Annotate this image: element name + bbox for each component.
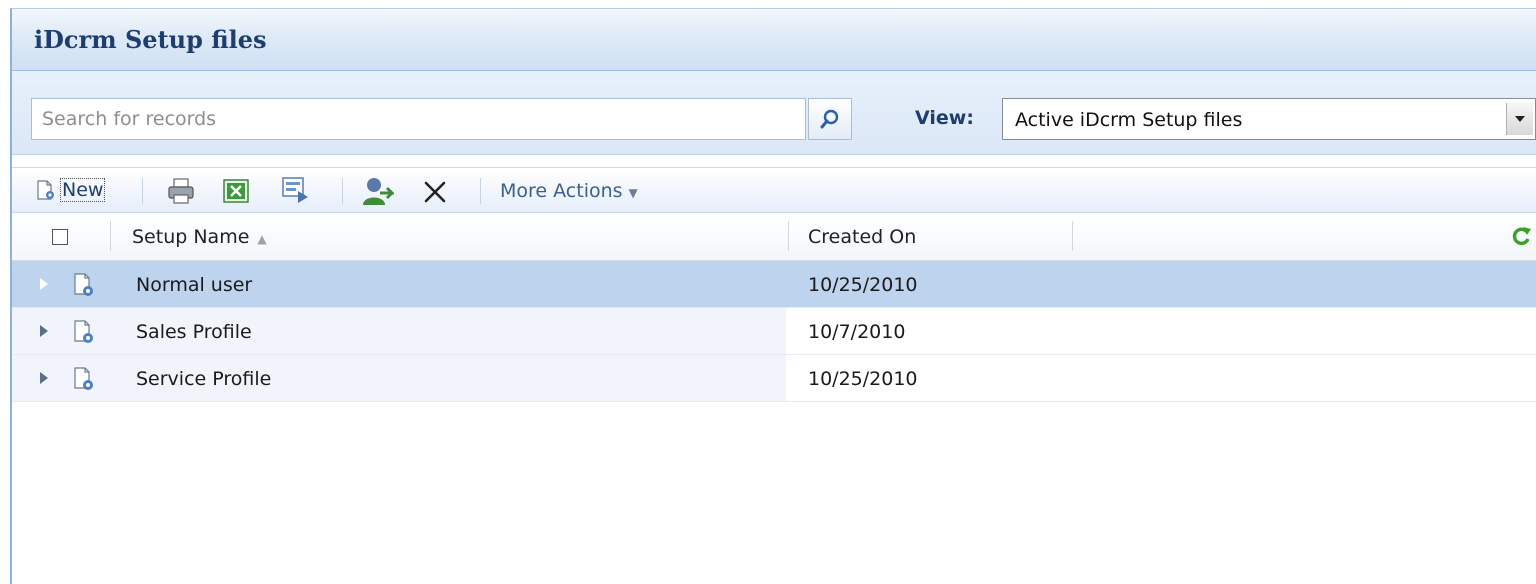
select-all-checkbox[interactable]	[52, 229, 68, 245]
expand-row-icon[interactable]	[40, 325, 48, 337]
setup-file-icon	[72, 272, 96, 302]
setup-file-icon	[72, 366, 96, 396]
cell-created-on: 10/25/2010	[808, 274, 918, 296]
new-button[interactable]: New	[34, 175, 106, 205]
cell-setup-name[interactable]: Service Profile	[136, 368, 271, 390]
assign-icon	[363, 178, 394, 205]
column-divider	[110, 221, 111, 251]
command-toolbar: New More Actions ▼	[12, 167, 1536, 213]
table-row[interactable]: Normal user 10/25/2010	[12, 261, 1536, 308]
column-header-label: Created On	[808, 226, 917, 248]
view-select-value: Active iDcrm Setup files	[1015, 109, 1243, 131]
setup-file-icon	[72, 319, 96, 349]
dropdown-arrow-icon[interactable]	[1506, 103, 1533, 135]
search-bar: View: Active iDcrm Setup files	[12, 71, 1536, 155]
print-button[interactable]	[166, 177, 196, 205]
more-actions-menu[interactable]: More Actions ▼	[500, 180, 638, 202]
expand-row-icon[interactable]	[40, 372, 48, 384]
refresh-button[interactable]	[1510, 225, 1532, 251]
page-title: iDcrm Setup files	[34, 25, 267, 54]
export-excel-icon	[223, 179, 249, 203]
sort-ascending-icon: ▲	[257, 232, 267, 246]
table-row[interactable]: Service Profile 10/25/2010	[12, 355, 1536, 402]
column-divider	[788, 221, 789, 251]
delete-icon	[424, 181, 446, 203]
search-input[interactable]	[31, 98, 806, 140]
report-icon	[282, 177, 308, 203]
print-icon	[168, 178, 194, 204]
title-bar: iDcrm Setup files	[12, 9, 1536, 71]
grid-header: Setup Name ▲ Created On	[12, 213, 1536, 261]
toolbar-separator	[480, 178, 481, 204]
chevron-down-icon: ▼	[628, 186, 638, 200]
column-header-setup-name[interactable]: Setup Name ▲	[132, 226, 267, 248]
assign-button[interactable]	[360, 175, 394, 207]
delete-button[interactable]	[422, 179, 448, 205]
new-record-icon	[37, 180, 54, 200]
search-icon	[820, 109, 839, 129]
column-divider	[1072, 221, 1073, 251]
table-row[interactable]: Sales Profile 10/7/2010	[12, 308, 1536, 355]
more-actions-label: More Actions	[500, 180, 623, 202]
app-window: iDcrm Setup files View: Active iDcrm Set…	[10, 8, 1536, 584]
cell-created-on: 10/25/2010	[808, 368, 918, 390]
toolbar-separator	[142, 178, 143, 204]
refresh-icon	[1512, 227, 1531, 246]
report-button[interactable]	[280, 175, 312, 205]
new-button-label: New	[60, 178, 106, 202]
cell-setup-name[interactable]: Normal user	[136, 274, 252, 296]
toolbar-separator	[342, 178, 343, 204]
export-excel-button[interactable]	[222, 177, 250, 205]
expand-row-icon[interactable]	[40, 278, 48, 290]
search-button[interactable]	[808, 98, 852, 140]
view-label: View:	[915, 107, 974, 129]
column-header-label: Setup Name	[132, 226, 250, 248]
view-select[interactable]: Active iDcrm Setup files	[1002, 98, 1536, 140]
cell-created-on: 10/7/2010	[808, 321, 906, 343]
column-header-created-on[interactable]: Created On	[808, 226, 916, 248]
cell-setup-name[interactable]: Sales Profile	[136, 321, 252, 343]
